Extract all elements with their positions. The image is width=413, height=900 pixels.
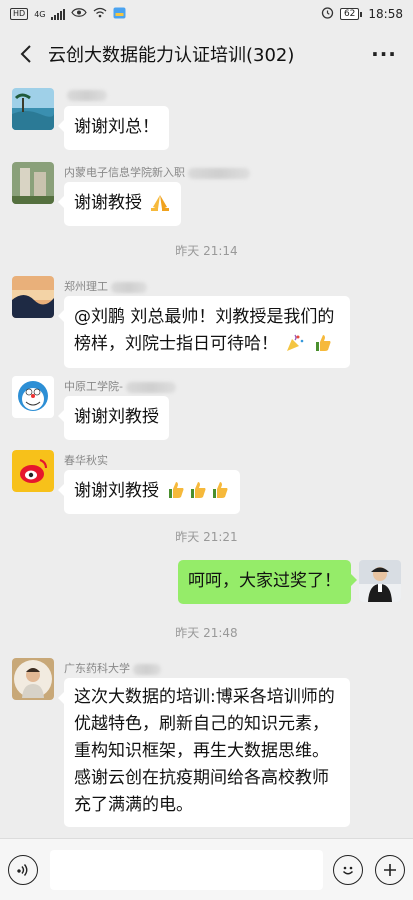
thumbs-up-icon <box>313 333 333 362</box>
sender-name: 中原工学院- <box>64 378 176 394</box>
status-left: HD 4G <box>10 7 126 22</box>
timestamp: 昨天 21:14 <box>175 244 238 258</box>
redacted-name <box>111 281 147 293</box>
clock: 18:58 <box>368 7 403 21</box>
voice-icon <box>17 863 28 876</box>
emoji-button[interactable] <box>333 854 363 885</box>
smiley-icon <box>342 866 354 874</box>
folded-hands-icon <box>149 192 171 221</box>
sender-name <box>64 88 107 101</box>
message-bubble[interactable]: 谢谢教授 <box>57 182 182 226</box>
sender-name: 广东药科大学 <box>64 660 161 676</box>
alarm-icon <box>321 6 334 22</box>
status-right: 62 18:58 <box>321 6 403 22</box>
thumbs-up-icon <box>188 480 208 509</box>
plus-icon <box>384 863 396 876</box>
redacted-name <box>125 381 176 393</box>
thumbs-up-icon <box>166 480 186 509</box>
message-bubble[interactable]: @刘鹏 刘总最帅！刘教授是我们的 榜样，刘院士指日可待哈！ <box>58 296 350 368</box>
message-bubble[interactable]: 谢谢刘教授 <box>57 470 241 514</box>
chat-header: 云创大数据能力认证培训(302) ··· <box>0 28 413 80</box>
timestamp: 昨天 21:48 <box>175 626 238 640</box>
input-bar <box>0 838 413 900</box>
voice-button[interactable] <box>8 854 38 885</box>
timestamp: 昨天 21:21 <box>175 530 238 544</box>
redacted-name <box>67 89 107 101</box>
status-bar: HD 4G 62 18:58 <box>0 0 413 28</box>
message-bubble-self[interactable]: 呵呵，大家过奖了！ <box>178 560 357 604</box>
thumbs-up-icon <box>210 480 230 509</box>
message-bubble[interactable]: 谢谢刘教授 <box>58 396 169 440</box>
avatar[interactable] <box>12 658 54 700</box>
message-bubble[interactable]: 这次大数据的培训:博采各培训师的 优越特色，刷新自己的知识元素， 重构知识框架，… <box>58 678 350 827</box>
network-indicator: 4G <box>34 9 46 19</box>
sender-name: 春华秋实 <box>64 454 108 467</box>
chevron-left-icon <box>20 45 31 63</box>
message-list[interactable]: 谢谢刘总！ 内蒙电子信息学院新入职 谢谢教授 昨天 21:14 郑州理工 @刘鹏… <box>0 80 413 838</box>
back-button[interactable] <box>12 40 40 68</box>
chat-title: 云创大数据能力认证培训(302) <box>48 45 295 66</box>
more-options-button[interactable]: ··· <box>367 42 401 66</box>
app-notification-icon <box>113 7 126 22</box>
signal-icon <box>51 8 66 20</box>
sender-name: 郑州理工 <box>64 278 147 294</box>
battery-level: 62 <box>339 8 360 20</box>
redacted-name <box>133 663 161 675</box>
add-button[interactable] <box>375 854 405 885</box>
my-avatar[interactable] <box>359 560 401 602</box>
message-input[interactable] <box>50 849 323 890</box>
eye-icon <box>71 7 88 21</box>
redacted-name <box>188 167 250 179</box>
avatar[interactable] <box>12 162 54 204</box>
sender-name: 内蒙电子信息学院新入职 <box>64 164 250 180</box>
avatar[interactable] <box>12 450 54 492</box>
avatar[interactable] <box>12 276 54 318</box>
party-popper-icon <box>285 333 305 362</box>
avatar[interactable] <box>12 88 54 130</box>
avatar[interactable] <box>12 376 54 418</box>
battery-icon: 62 <box>339 8 363 20</box>
hd-indicator: HD <box>10 8 29 20</box>
message-bubble[interactable]: 谢谢刘总！ <box>58 106 169 150</box>
wifi-icon <box>93 7 107 21</box>
